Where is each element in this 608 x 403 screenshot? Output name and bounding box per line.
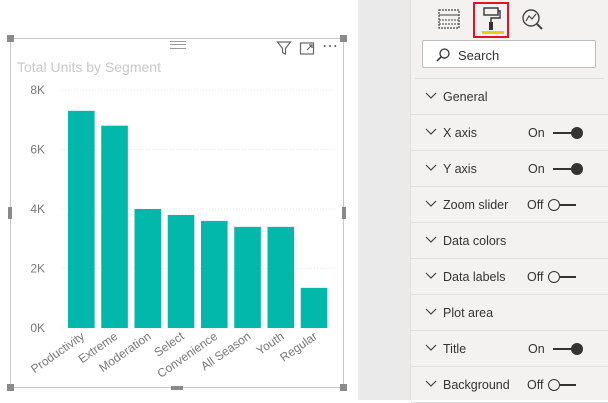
section-label: Y axis <box>443 162 477 176</box>
toggle-switch[interactable] <box>553 126 583 140</box>
section-plot-area[interactable]: Plot area <box>411 295 608 331</box>
y-tick-label: 8K <box>30 83 45 97</box>
section-label: Data colors <box>443 234 507 248</box>
toggle-switch[interactable] <box>553 342 583 356</box>
x-tick-label: Regular <box>277 329 319 365</box>
tab-format[interactable] <box>473 2 509 38</box>
bar-extreme[interactable] <box>101 125 128 328</box>
y-tick-label: 0K <box>30 321 45 335</box>
section-title[interactable]: Title On <box>411 331 608 367</box>
tab-fields[interactable] <box>431 2 467 38</box>
toggle-switch[interactable] <box>548 270 578 284</box>
section-zoom-slider[interactable]: Zoom slider Off <box>411 187 608 223</box>
bar-regular[interactable] <box>300 287 328 328</box>
section-general[interactable]: General <box>411 79 608 115</box>
toggle-switch[interactable] <box>553 162 583 176</box>
selected-tab-underline <box>482 31 504 34</box>
bar-convenience[interactable] <box>201 220 228 328</box>
section-y-axis[interactable]: Y axis On <box>411 151 608 187</box>
section-x-axis[interactable]: X axis On <box>411 115 608 151</box>
toggle-state-label: Off <box>527 270 544 284</box>
toggle-state-label: On <box>528 126 545 140</box>
toggle-state-label: Off <box>527 378 544 392</box>
chevron-down-icon <box>425 164 437 171</box>
chevron-down-icon <box>425 200 437 207</box>
bar-moderation[interactable] <box>134 209 162 328</box>
toggle-state-label: Off <box>527 198 544 212</box>
section-label: Title <box>443 342 467 356</box>
chevron-down-icon <box>425 128 437 135</box>
toggle-track <box>560 204 576 206</box>
toggle-state-label: On <box>528 162 545 176</box>
fields-icon <box>438 9 460 29</box>
toggle-switch[interactable] <box>548 198 578 212</box>
toggle-knob <box>548 379 560 391</box>
search-icon <box>436 48 450 62</box>
toggle-state-label: On <box>528 342 545 356</box>
format-paint-roller-icon <box>483 7 501 30</box>
chevron-down-icon <box>425 272 437 279</box>
toggle-knob <box>548 271 560 283</box>
chevron-down-icon <box>425 92 437 99</box>
y-tick-label: 6K <box>30 143 45 157</box>
section-label: Plot area <box>443 306 494 320</box>
bar-productivity[interactable] <box>68 110 95 328</box>
section-data-labels[interactable]: Data labels Off <box>411 259 608 295</box>
section-label: Data labels <box>443 270 506 284</box>
bar-select[interactable] <box>167 214 195 328</box>
search-placeholder: Search <box>458 48 500 63</box>
toggle-knob <box>571 163 583 175</box>
tab-analytics[interactable] <box>515 2 551 38</box>
toggle-knob <box>571 127 583 139</box>
chevron-down-icon <box>425 236 437 243</box>
y-tick-label: 2K <box>30 262 45 276</box>
section-background[interactable]: Background Off <box>411 367 608 403</box>
analytics-icon <box>522 9 543 30</box>
chevron-down-icon <box>425 308 437 315</box>
bar-all-season[interactable] <box>234 226 261 328</box>
section-label: General <box>443 90 488 104</box>
toggle-track <box>560 384 576 386</box>
bar-youth[interactable] <box>267 226 295 328</box>
canvas-gutter <box>358 0 410 400</box>
bar-chart-plot: 0K2K4K6K8KProductivityExtremeModerationS… <box>28 83 334 381</box>
section-label: Background <box>443 378 510 392</box>
report-canvas: ⋯ Total Units by Segment 0K 2K 4K 6K 8K Produ… <box>0 0 358 400</box>
format-pane: Search General X axis On Y axis On Zoom slide… <box>410 0 608 403</box>
chevron-down-icon <box>425 344 437 351</box>
search-input[interactable]: Search <box>422 40 596 68</box>
section-data-colors[interactable]: Data colors <box>411 223 608 259</box>
toggle-switch[interactable] <box>548 378 578 392</box>
toggle-knob <box>571 343 583 355</box>
pane-tab-bar <box>411 0 608 40</box>
section-label: X axis <box>443 126 478 140</box>
toggle-knob <box>548 199 560 211</box>
section-label: Zoom slider <box>443 198 509 212</box>
toggle-track <box>560 276 576 278</box>
chevron-down-icon <box>425 380 437 387</box>
y-tick-label: 4K <box>30 202 45 216</box>
